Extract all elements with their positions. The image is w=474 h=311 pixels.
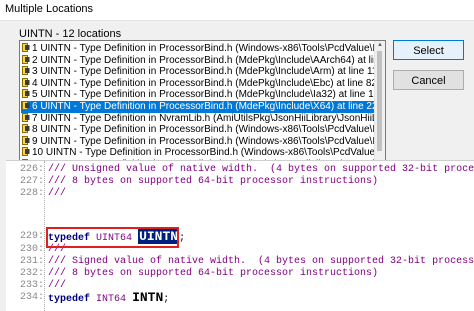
code-line: 233: /// bbox=[6, 280, 474, 292]
line-number: 230: bbox=[19, 244, 44, 255]
line-number: 232: bbox=[19, 268, 44, 279]
line-number: 233: bbox=[19, 280, 44, 291]
code-line: 232: /// 8 bytes on supported 64-bit proc… bbox=[6, 268, 474, 280]
list-item-label: 2 UINTN - Type Definition in ProcessorBi… bbox=[32, 54, 374, 66]
code-line: 228: /// bbox=[6, 188, 474, 200]
semicolon: ; bbox=[179, 233, 186, 244]
code-comment: /// Unsigned value of native width. (4 b… bbox=[48, 164, 474, 175]
line-number: 234: bbox=[19, 292, 44, 303]
keyword: typedef bbox=[48, 294, 91, 305]
list-item-label: 5 UINTN - Type Definition in ProcessorBi… bbox=[32, 89, 374, 101]
code-line: 234: typedef INT64 INTN; bbox=[6, 290, 474, 308]
list-item[interactable]: 6 UINTN - Type Definition in ProcessorBi… bbox=[21, 101, 374, 113]
definition-icon bbox=[22, 135, 30, 145]
cancel-button[interactable]: Cancel bbox=[393, 70, 464, 90]
highlight-box bbox=[46, 227, 179, 248]
definition-icon bbox=[22, 147, 30, 157]
line-number: 229: bbox=[19, 231, 44, 242]
definition-icon bbox=[22, 43, 30, 52]
locations-count-label: UINTN - 12 locations bbox=[19, 28, 122, 40]
list-item[interactable]: 10 UINTN - Type Definition in ProcessorB… bbox=[21, 147, 374, 159]
type-name: INT64 bbox=[96, 294, 127, 305]
line-number: 228: bbox=[19, 188, 44, 199]
list-item[interactable]: 8 UINTN - Type Definition in ProcessorBi… bbox=[21, 124, 374, 136]
definition-icon bbox=[22, 89, 30, 99]
locations-list[interactable]: 1 UINTN - Type Definition in ProcessorBi… bbox=[19, 40, 386, 168]
definition-icon bbox=[22, 101, 30, 110]
list-item[interactable]: 5 UINTN - Type Definition in ProcessorBi… bbox=[21, 89, 374, 101]
window-title: Multiple Locations bbox=[5, 3, 94, 15]
list-item[interactable]: 3 UINTN - Type Definition in ProcessorBi… bbox=[21, 66, 374, 78]
code-preview: 226: /// Unsigned value of native width. … bbox=[6, 160, 474, 311]
select-button[interactable]: Select bbox=[393, 40, 464, 60]
list-item-label: 6 UINTN - Type Definition in ProcessorBi… bbox=[32, 101, 374, 112]
list-item[interactable]: 4 UINTN - Type Definition in ProcessorBi… bbox=[21, 77, 374, 90]
title-bar: Multiple Locations bbox=[0, 0, 474, 21]
line-number: 226: bbox=[19, 164, 44, 175]
code-comment: /// 8 bytes on supported 64-bit processo… bbox=[48, 176, 379, 187]
code-comment: /// Signed value of native width. (4 byt… bbox=[48, 256, 474, 267]
code-line: 226: /// Unsigned value of native width. … bbox=[6, 164, 474, 176]
code-comment: /// 8 bytes on supported 64-bit processo… bbox=[48, 268, 379, 279]
list-item-label: 7 UINTN - Type Definition in NvramLib.h … bbox=[32, 112, 374, 124]
list-item-label: 9 UINTN - Type Definition in ProcessorBi… bbox=[32, 135, 374, 147]
defined-identifier: INTN bbox=[132, 290, 164, 305]
scroll-up-icon[interactable]: ▲ bbox=[377, 42, 383, 48]
code-line: 231: /// Signed value of native width. (4… bbox=[6, 256, 474, 268]
list-item-label: 1 UINTN - Type Definition in ProcessorBi… bbox=[32, 43, 374, 54]
vertical-scrollbar[interactable]: ▲ ▼ bbox=[374, 41, 385, 167]
code-comment: /// bbox=[48, 280, 67, 291]
definition-icon bbox=[22, 54, 30, 64]
definition-icon bbox=[22, 66, 30, 76]
list-item-label: 4 UINTN - Type Definition in ProcessorBi… bbox=[32, 77, 374, 89]
definition-icon bbox=[22, 112, 30, 122]
list-item[interactable]: 1 UINTN - Type Definition in ProcessorBi… bbox=[21, 43, 374, 55]
list-item-label: 10 UINTN - Type Definition in ProcessorB… bbox=[32, 147, 374, 159]
list-item[interactable]: 7 UINTN - Type Definition in NvramLib.h … bbox=[21, 112, 374, 125]
code-comment: /// bbox=[48, 188, 67, 199]
line-number: 227: bbox=[19, 176, 44, 187]
code-line: 227: /// 8 bytes on supported 64-bit proc… bbox=[6, 176, 474, 188]
line-number: 231: bbox=[19, 256, 44, 267]
definition-icon bbox=[22, 77, 30, 87]
scrollbar-thumb[interactable] bbox=[377, 51, 382, 151]
semicolon: ; bbox=[163, 294, 170, 305]
list-item-label: 3 UINTN - Type Definition in ProcessorBi… bbox=[32, 66, 374, 78]
definition-icon bbox=[22, 124, 30, 134]
list-item[interactable]: 2 UINTN - Type Definition in ProcessorBi… bbox=[21, 54, 374, 67]
list-item-label: 8 UINTN - Type Definition in ProcessorBi… bbox=[32, 124, 374, 136]
list-item[interactable]: 9 UINTN - Type Definition in ProcessorBi… bbox=[21, 135, 374, 148]
